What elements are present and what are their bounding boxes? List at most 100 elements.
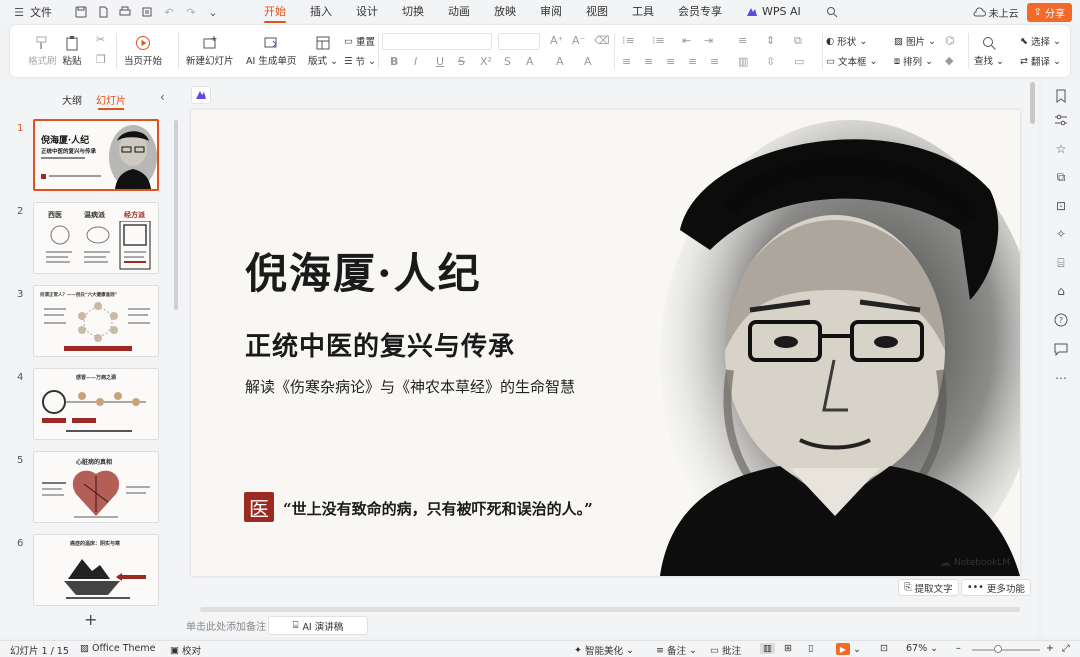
superscript-icon[interactable]: X² [480, 55, 492, 68]
increase-font-icon[interactable]: A⁺ [550, 34, 563, 47]
new-slide-button[interactable]: 新建幻灯片 [186, 33, 234, 67]
slide-thumbnail-2[interactable]: 西医 温病派 经方派 [33, 202, 159, 274]
align-right-icon[interactable]: ≡ [666, 55, 675, 68]
arrange-button[interactable]: ⧈ 排列 ⌄ [894, 54, 933, 69]
grid-view-button[interactable]: ⊞ [784, 643, 792, 654]
tab-home[interactable]: 开始 [264, 0, 286, 24]
canvas-horizontal-scrollbar[interactable] [200, 607, 1020, 612]
more-icon[interactable]: ⋯ [1053, 370, 1069, 386]
zoom-slider[interactable] [972, 649, 1040, 651]
bookmark-icon[interactable] [1053, 88, 1069, 104]
tab-animations[interactable]: 动画 [448, 0, 470, 24]
copy-icon[interactable]: ❐ [96, 53, 106, 66]
cloud-status[interactable]: 未上云 [973, 5, 1019, 20]
picture-button[interactable]: ▨ 图片 ⌄ [894, 34, 936, 49]
chevron-down-icon[interactable]: ⌄ [206, 5, 220, 19]
proofread-button[interactable]: ▣ 校对 [170, 643, 201, 657]
align-center-icon[interactable]: ≡ [644, 55, 653, 68]
tab-tools[interactable]: 工具 [632, 0, 654, 24]
book-icon[interactable]: ⌸ [1053, 255, 1069, 271]
magic-wand-icon[interactable]: ✧ [1053, 226, 1069, 242]
font-family-select[interactable] [382, 33, 492, 50]
tab-member[interactable]: 会员专享 [678, 0, 722, 24]
format-painter-button[interactable]: 格式刷 [28, 33, 57, 67]
slide-thumbnail-3[interactable]: 何谓正常人？——倪氏“六大健康准则” [33, 285, 159, 357]
reset-button[interactable]: ▭ 重置 [344, 34, 375, 49]
share-button[interactable]: ⇪ 分享 [1026, 3, 1072, 22]
indent-increase-icon[interactable]: ⇥ [704, 34, 713, 47]
clear-format-icon[interactable]: ⌫ [594, 34, 610, 47]
tab-design[interactable]: 设计 [356, 0, 378, 24]
collapse-panel-icon[interactable]: ‹ [160, 90, 165, 104]
bold-icon[interactable]: B [390, 55, 398, 68]
notes-input[interactable]: 单击此处添加备注 [186, 618, 266, 633]
text-shadow-icon[interactable]: S [504, 55, 511, 68]
paste-button[interactable]: 粘贴 [62, 33, 82, 67]
tab-insert[interactable]: 插入 [310, 0, 332, 24]
tab-transitions[interactable]: 切换 [402, 0, 424, 24]
numbered-list-icon[interactable]: ⁝≡ [652, 34, 665, 47]
star-icon[interactable]: ☆ [1053, 141, 1069, 157]
slide-quote[interactable]: “世上没有致命的病，只有被吓死和误治的人。” [283, 498, 593, 519]
adjust-icon[interactable] [1053, 112, 1069, 128]
slide-subtitle[interactable]: 正统中医的复兴与传承 [245, 326, 515, 363]
find-button[interactable]: 查找 ⌄ [974, 33, 1004, 67]
print-icon[interactable] [118, 5, 132, 19]
ai-speech-button[interactable]: ⌸ AI 演讲稿 [268, 616, 368, 635]
start-from-current-button[interactable]: 当页开始 [124, 33, 162, 67]
italic-icon[interactable]: I [414, 55, 417, 68]
line-spacing-icon[interactable]: ≡ [738, 34, 747, 47]
slide-thumbnail-1[interactable]: 倪海厦·人纪 正统中医的复兴与传承 [33, 119, 159, 191]
slide-thumbnail-4[interactable]: 感冒——万病之源 [33, 368, 159, 440]
tab-view[interactable]: 视图 [586, 0, 608, 24]
decrease-font-icon[interactable]: A⁻ [572, 34, 585, 47]
fit-window-button[interactable]: ⊡ [880, 643, 888, 654]
select-button[interactable]: ⬉ 选择 ⌄ [1020, 34, 1061, 49]
reading-view-button[interactable]: ▯ [808, 643, 813, 654]
slideshow-button[interactable]: ▶ ⌄ [836, 643, 861, 655]
font-color-icon[interactable]: A [526, 55, 534, 68]
redo-icon[interactable]: ↷ [184, 5, 198, 19]
cut-icon[interactable]: ✂ [96, 33, 105, 46]
zoom-in-button[interactable]: + [1046, 643, 1054, 654]
ai-assistant-badge[interactable] [191, 86, 211, 104]
bullet-list-icon[interactable]: ⁝≡ [622, 34, 635, 47]
strikethrough-icon[interactable]: S [458, 55, 465, 68]
align-left-icon[interactable]: ≡ [622, 55, 631, 68]
shape-button[interactable]: ◐ 形状 ⌄ [826, 34, 867, 49]
underline-icon[interactable]: U [436, 55, 444, 68]
text-align-icon[interactable]: ⇳ [766, 55, 775, 68]
highlight-icon[interactable]: A [556, 55, 564, 68]
add-slide-button[interactable]: + [84, 610, 97, 629]
canvas-vertical-scrollbar[interactable] [1030, 82, 1035, 124]
fullscreen-button[interactable]: ⤢ [1062, 643, 1070, 654]
normal-view-button[interactable]: ▥ [760, 643, 775, 654]
tab-slideshow[interactable]: 放映 [494, 0, 516, 24]
copy-layout-icon[interactable]: ⧉ [1053, 169, 1069, 185]
section-button[interactable]: ☰ 节 ⌄ [344, 54, 376, 69]
image-tools-icon[interactable]: ⊡ [1053, 198, 1069, 214]
convert-smartart-icon[interactable]: ⧉ [794, 34, 802, 48]
char-spacing-icon[interactable]: A [584, 55, 592, 68]
ai-generate-page-button[interactable]: AI 生成单页 [246, 33, 296, 67]
textbox-button[interactable]: ▭ 文本框 ⌄ [826, 54, 877, 69]
tab-outline[interactable]: 大纲 [62, 92, 82, 107]
undo-icon[interactable]: ↶ [162, 5, 176, 19]
slide-thumbnail-5[interactable]: 心脏病的真相 [33, 451, 159, 523]
fill-icon[interactable]: ◆ [945, 54, 953, 67]
justify-icon[interactable]: ≡ [688, 55, 697, 68]
comment-icon[interactable] [1053, 341, 1069, 357]
text-box-icon[interactable]: ▭ [794, 55, 804, 68]
tab-slides[interactable]: 幻灯片 [96, 92, 126, 110]
translate-button[interactable]: ⇄ 翻译 ⌄ [1020, 54, 1061, 69]
slide-description[interactable]: 解读《伤寒杂病论》与《神农本草经》的生命智慧 [245, 376, 575, 397]
panel-scrollbar[interactable] [174, 120, 178, 310]
indent-decrease-icon[interactable]: ⇤ [682, 34, 691, 47]
more-features-button[interactable]: ••• 更多功能 [961, 579, 1031, 596]
export-pdf-icon[interactable] [96, 5, 110, 19]
tab-review[interactable]: 审阅 [540, 0, 562, 24]
font-size-select[interactable] [498, 33, 540, 50]
comments-toggle[interactable]: ▭ 批注 [710, 643, 741, 657]
text-direction-icon[interactable]: ⇕ [766, 34, 775, 47]
slide-title[interactable]: 倪海厦·人纪 [245, 240, 482, 301]
